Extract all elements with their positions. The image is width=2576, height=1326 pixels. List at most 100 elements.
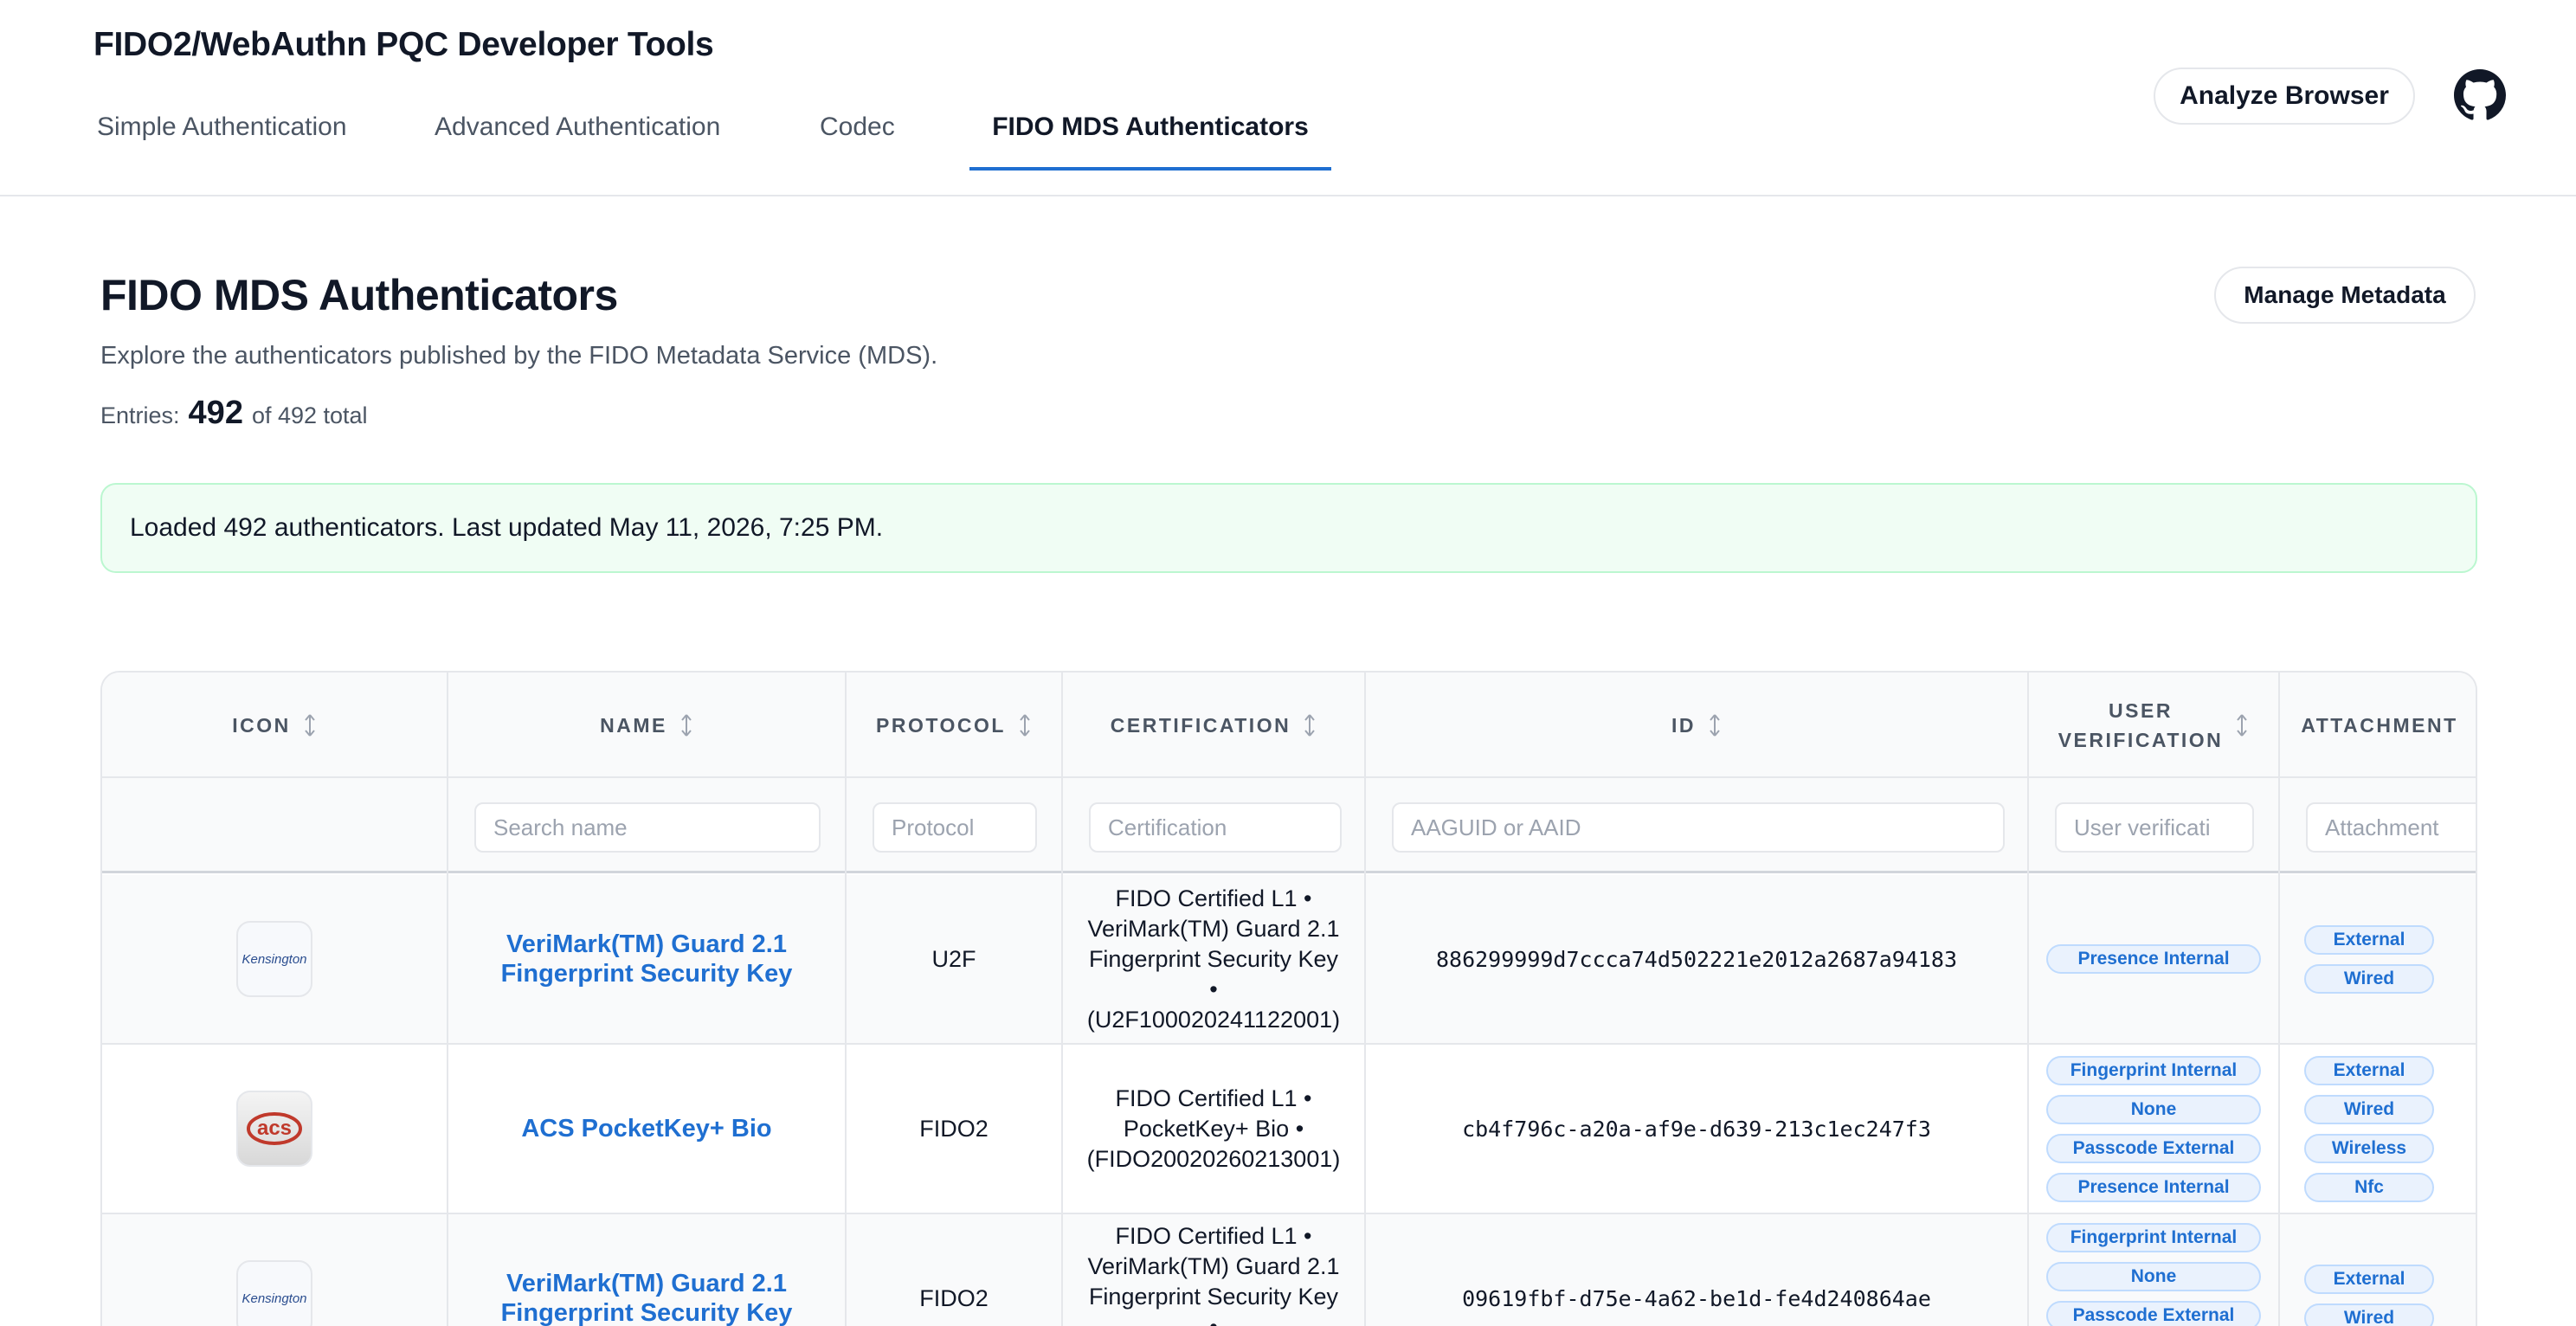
attachment-badge: Wired (2304, 963, 2434, 994)
authenticator-logo: Kensington (236, 1260, 312, 1326)
attachment-filter-input[interactable] (2306, 802, 2476, 853)
column-header-name-label: NAME (600, 714, 667, 737)
name-cell: VeriMark(TM) Guard 2.1 Fingerprint Secur… (448, 875, 845, 1043)
certification-cell: FIDO Certified L1 • VeriMark(TM) Guard 2… (1063, 1214, 1364, 1326)
name-line: Fingerprint Security Key (500, 1299, 793, 1326)
sort-icon[interactable] (679, 712, 693, 738)
uv-badge: Presence Internal (2046, 944, 2261, 974)
attachment-badge: Wireless (2304, 1133, 2434, 1163)
name-cell: ACS PocketKey+ Bio (448, 1045, 845, 1213)
id-filter-input[interactable] (1392, 802, 2005, 853)
name-filter-input[interactable] (474, 802, 821, 853)
column-header-user-verification[interactable]: USER VERIFICATION (2029, 673, 2278, 778)
column-header-icon[interactable]: ICON (102, 673, 447, 778)
icon-cell: Kensington (102, 875, 447, 1043)
certification-cell: FIDO Certified L1 • PocketKey+ Bio • (FI… (1063, 1045, 1364, 1213)
user-verification-cell: Fingerprint Internal None Passcode Exter… (2029, 1214, 2278, 1326)
certification-line: (U2F100020241122001) (1086, 1006, 1341, 1033)
column-header-protocol-label: PROTOCOL (876, 714, 1006, 737)
sort-icon[interactable] (1708, 712, 1722, 738)
column-header-protocol[interactable]: PROTOCOL (847, 673, 1061, 778)
analyze-browser-button[interactable]: Analyze Browser (2154, 68, 2415, 125)
certification-filter-input[interactable] (1089, 802, 1342, 853)
attachment-cell: External Wired Wireless Nfc (2280, 1045, 2476, 1213)
column-divider (2027, 673, 2029, 1326)
acs-logo-text: acs (256, 1117, 293, 1140)
uv-badge: Fingerprint Internal (2046, 1055, 2261, 1085)
certification-line: (FIDO20020260213001) (1086, 1145, 1341, 1172)
attachment-badge: External (2304, 1055, 2434, 1085)
tab-simple-authentication[interactable]: Simple Authentication (97, 97, 409, 171)
sort-icon[interactable] (303, 712, 317, 738)
github-icon[interactable] (2454, 69, 2506, 121)
id-cell: 886299999d7ccca74d502221e2012a2687a94183 (1435, 946, 1958, 972)
tab-advanced-authentication[interactable]: Advanced Authentication (435, 97, 781, 171)
column-divider (2278, 673, 2280, 1326)
column-header-user-verification-line1: USER (2109, 699, 2173, 722)
page-subtitle: Explore the authenticators published by … (100, 342, 938, 370)
column-header-icon-label: ICON (232, 714, 291, 737)
sort-icon[interactable] (2235, 712, 2249, 738)
column-divider (447, 673, 448, 1326)
table-row[interactable]: Kensington VeriMark(TM) Guard 2.1 Finger… (102, 1214, 2476, 1326)
certification-line: • (1209, 975, 1218, 1002)
authenticator-name-link[interactable]: VeriMark(TM) Guard 2.1 Fingerprint Secur… (501, 930, 793, 988)
name-cell: VeriMark(TM) Guard 2.1 Fingerprint Secur… (448, 1214, 845, 1326)
authenticator-name-link[interactable]: ACS PocketKey+ Bio (521, 1114, 771, 1143)
name-line: VeriMark(TM) Guard 2.1 (506, 1270, 787, 1297)
authenticator-name-link[interactable]: VeriMark(TM) Guard 2.1 Fingerprint Secur… (501, 1269, 793, 1326)
user-verification-cell: Fingerprint Internal None Passcode Exter… (2029, 1045, 2278, 1213)
table-row[interactable]: acs ACS PocketKey+ Bio FIDO2 FIDO Certif… (102, 1045, 2476, 1214)
protocol-cell: U2F (931, 945, 976, 972)
page-title: FIDO MDS Authenticators (100, 271, 618, 319)
sort-icon[interactable] (1303, 712, 1317, 738)
uv-badge: Passcode External (2046, 1301, 2261, 1326)
status-alert: Loaded 492 authenticators. Last updated … (100, 483, 2477, 573)
column-divider (1061, 673, 1063, 1326)
top-header: FIDO2/WebAuthn PQC Developer Tools Simpl… (0, 0, 2576, 196)
kensington-logo-text: Kensington (242, 1291, 307, 1306)
attachment-badge: Nfc (2304, 1172, 2434, 1202)
certification-line: FIDO Certified L1 • (1115, 1223, 1312, 1249)
tab-codec[interactable]: Codec (820, 97, 915, 171)
column-header-user-verification-label: USER VERIFICATION (2058, 696, 2224, 755)
sort-icon[interactable] (1018, 712, 1032, 738)
attachment-badge: External (2304, 924, 2434, 955)
name-line: Fingerprint Security Key (500, 960, 793, 988)
certification-line: Fingerprint Security Key (1088, 945, 1339, 972)
kensington-logo-text: Kensington (242, 951, 307, 967)
app-title: FIDO2/WebAuthn PQC Developer Tools (93, 26, 714, 63)
column-header-id-label: ID (1671, 714, 1696, 737)
protocol-cell: FIDO2 (919, 1115, 989, 1142)
entries-total: of 492 total (251, 402, 368, 428)
column-header-id[interactable]: ID (1366, 673, 2027, 778)
column-header-attachment[interactable]: ATTACHMENT (2280, 673, 2476, 778)
uv-badge: None (2046, 1094, 2261, 1124)
certification-line: Fingerprint Security Key (1088, 1284, 1339, 1310)
protocol-filter-input[interactable] (873, 802, 1037, 853)
column-header-certification[interactable]: CERTIFICATION (1063, 673, 1364, 778)
user-verification-cell: Presence Internal (2029, 875, 2278, 1043)
column-header-attachment-label: ATTACHMENT (2301, 714, 2458, 737)
status-alert-text: Loaded 492 authenticators. Last updated … (130, 513, 884, 542)
column-header-user-verification-line2: VERIFICATION (2058, 729, 2224, 751)
certification-line: FIDO Certified L1 • (1115, 885, 1312, 911)
table-row[interactable]: Kensington VeriMark(TM) Guard 2.1 Finger… (102, 875, 2476, 1045)
entries-label: Entries: (100, 402, 180, 428)
certification-line: PocketKey+ Bio • (1123, 1115, 1304, 1142)
authenticator-logo: Kensington (236, 921, 312, 997)
manage-metadata-button[interactable]: Manage Metadata (2214, 267, 2476, 324)
icon-cell: Kensington (102, 1214, 447, 1326)
attachment-badge: Wired (2304, 1094, 2434, 1124)
uv-badge: Fingerprint Internal (2046, 1223, 2261, 1252)
uv-badge: None (2046, 1262, 2261, 1291)
column-divider (845, 673, 847, 1326)
attachment-badge: Wired (2304, 1303, 2434, 1326)
id-cell: 09619fbf-d75e-4a62-be1d-fe4d240864ae (1462, 1285, 1931, 1311)
name-line: VeriMark(TM) Guard 2.1 (506, 930, 787, 958)
tab-fido-mds-authenticators[interactable]: FIDO MDS Authenticators (969, 97, 1331, 171)
column-header-name[interactable]: NAME (448, 673, 845, 778)
attachment-badge: External (2304, 1264, 2434, 1294)
column-divider (1364, 673, 1366, 1326)
user-verification-filter-input[interactable] (2055, 802, 2254, 853)
